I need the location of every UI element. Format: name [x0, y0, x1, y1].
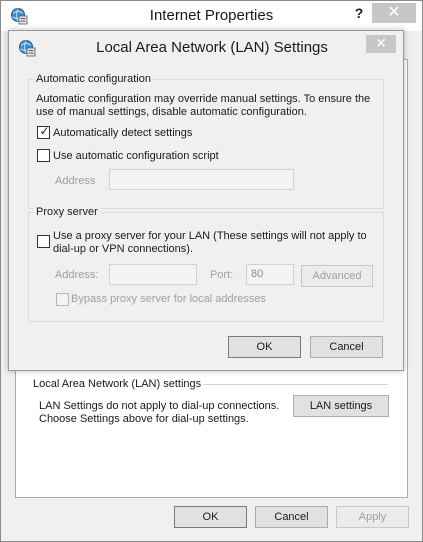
advanced-button[interactable]: Advanced	[301, 265, 373, 287]
dialog-title: Local Area Network (LAN) Settings	[96, 39, 328, 56]
lan-note-line1: LAN Settings do not apply to dial-up con…	[39, 400, 280, 412]
outer-cancel-button[interactable]: Cancel	[255, 506, 328, 528]
auto-detect-label[interactable]: Automatically detect settings	[53, 127, 192, 139]
dialog-close-button[interactable]: ✕	[366, 35, 396, 53]
use-script-label[interactable]: Use automatic configuration script	[53, 150, 219, 162]
proxy-legend: Proxy server	[34, 206, 100, 218]
use-script-checkbox[interactable]	[37, 149, 50, 162]
auto-config-legend: Automatic configuration	[34, 73, 153, 85]
close-button[interactable]: ✕	[372, 3, 416, 23]
use-proxy-label-line1[interactable]: Use a proxy server for your LAN (These s…	[53, 230, 367, 242]
apply-button[interactable]: Apply	[336, 506, 409, 528]
auto-detect-checkbox[interactable]: ✓	[37, 124, 50, 139]
lan-section-header: Local Area Network (LAN) settings	[33, 378, 202, 390]
use-proxy-label-line2[interactable]: dial-up or VPN connections).	[53, 243, 193, 255]
lan-settings-button[interactable]: LAN settings	[293, 395, 389, 417]
outer-ok-button[interactable]: OK	[174, 506, 247, 528]
lan-settings-dialog: Local Area Network (LAN) Settings ✕ Auto…	[8, 30, 404, 371]
auto-config-description-line2: use of manual settings, disable automati…	[36, 106, 307, 118]
script-address-label: Address	[55, 175, 96, 187]
use-proxy-checkbox[interactable]	[37, 235, 50, 248]
proxy-port-field[interactable]: 80	[246, 264, 294, 285]
proxy-address-field[interactable]	[109, 264, 197, 285]
proxy-port-label: Port:	[210, 269, 234, 281]
auto-config-description-line1: Automatic configuration may override man…	[36, 93, 371, 105]
script-address-field[interactable]	[109, 169, 294, 190]
dialog-cancel-button[interactable]: Cancel	[310, 336, 383, 358]
dialog-ok-button[interactable]: OK	[228, 336, 301, 358]
help-button[interactable]: ?	[351, 5, 367, 23]
check-mark-icon: ✓	[39, 124, 50, 138]
lan-note-line2: Choose Settings above for dial-up settin…	[39, 413, 249, 425]
proxy-address-label: Address:	[55, 269, 99, 281]
bypass-label[interactable]: Bypass proxy server for local addresses	[71, 293, 266, 305]
lan-section-divider	[203, 384, 388, 385]
bypass-checkbox[interactable]	[56, 293, 69, 306]
